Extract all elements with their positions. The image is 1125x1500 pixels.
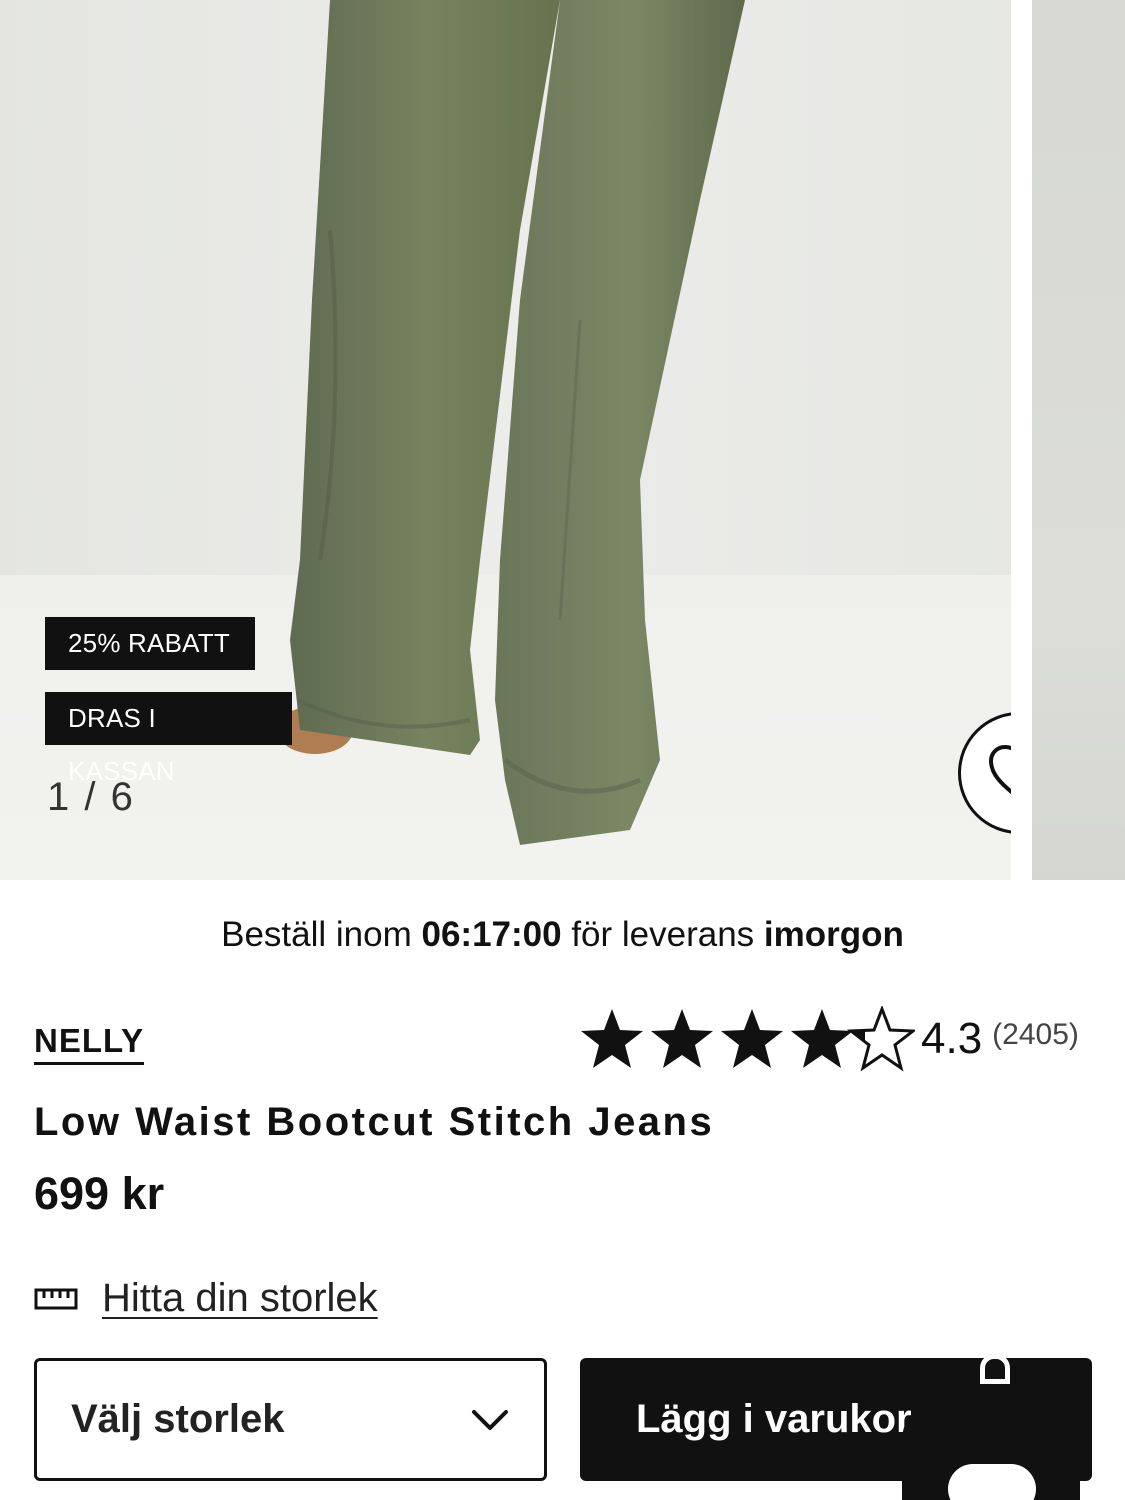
star-full-icon <box>651 1009 713 1068</box>
chat-button[interactable] <box>902 1400 1080 1500</box>
product-gallery[interactable]: 25% RABATT DRAS I KASSAN 1 / 6 <box>0 0 1125 880</box>
add-to-cart-label: Lägg i varukorg <box>636 1397 937 1441</box>
image-counter: 1 / 6 <box>47 775 135 819</box>
discount-badge: 25% RABATT <box>45 617 255 670</box>
delivery-day: imorgon <box>763 915 904 954</box>
star-full-icon <box>721 1009 783 1068</box>
star-partial-icon <box>849 1007 915 1070</box>
checkout-discount-badge: DRAS I KASSAN <box>45 692 292 786</box>
size-guide-link[interactable]: Hitta din storlek <box>34 1276 378 1321</box>
gallery-gap <box>1011 0 1032 880</box>
next-product-image[interactable] <box>1032 0 1125 880</box>
delivery-notice: Beställ inom 06:17:00 för leverans imorg… <box>0 915 1125 955</box>
ruler-icon <box>34 1288 78 1309</box>
brand-link[interactable]: NELLY <box>34 1022 145 1065</box>
delivery-prefix: Beställ inom <box>221 915 422 954</box>
size-select[interactable]: Välj storlek <box>34 1358 547 1481</box>
product-title: Low Waist Bootcut Stitch Jeans <box>34 1100 715 1144</box>
delivery-countdown: 06:17:00 <box>421 915 562 954</box>
rating-value: 4.3 <box>921 1014 983 1063</box>
star-full-icon <box>581 1009 643 1068</box>
size-select-label: Välj storlek <box>71 1397 285 1441</box>
product-price: 699 kr <box>34 1168 165 1219</box>
star-icons <box>581 1007 915 1070</box>
chat-icon <box>948 1464 1036 1500</box>
size-guide-label[interactable]: Hitta din storlek <box>102 1276 378 1321</box>
product-image[interactable]: 25% RABATT DRAS I KASSAN 1 / 6 <box>0 0 1011 880</box>
product-rating[interactable]: 4.3 (2405) <box>580 1004 1079 1074</box>
bag-icon <box>980 1358 1010 1384</box>
heart-icon <box>989 745 1011 795</box>
star-full-icon <box>791 1009 853 1068</box>
chevron-down-icon <box>472 1409 508 1430</box>
rating-count: (2405) <box>992 1018 1079 1051</box>
delivery-middle: för leverans <box>561 915 764 954</box>
rating-stars <box>580 1006 915 1072</box>
